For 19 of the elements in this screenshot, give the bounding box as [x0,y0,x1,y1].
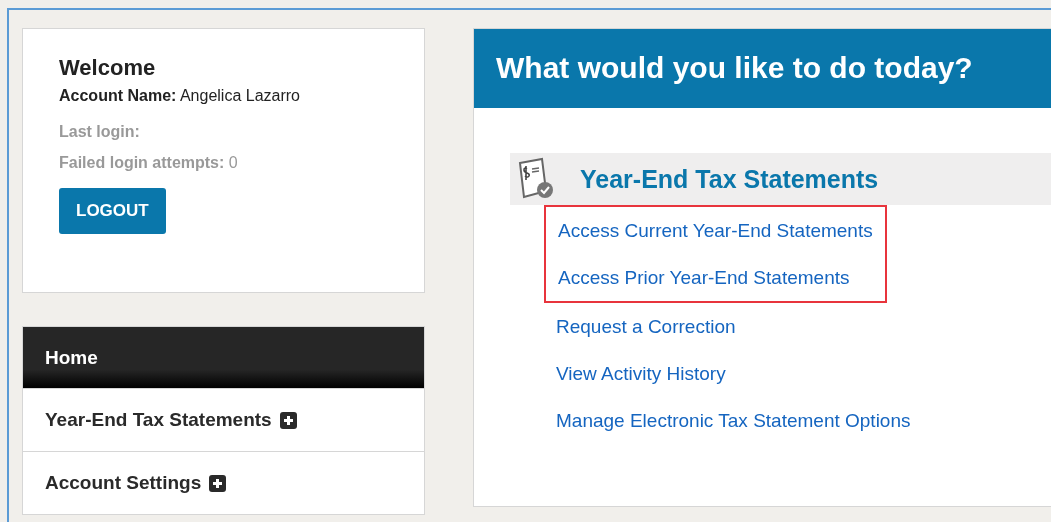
nav-item[interactable]: Home [23,327,424,388]
section-title: Year-End Tax Statements [580,164,879,194]
nav-item-label[interactable]: Account Settings [45,472,202,494]
panel-heading: What would you like to do today? [474,29,1051,108]
failed-login-text: Failed login attempts: 0 [59,154,239,172]
plus-icon[interactable] [279,411,297,429]
welcome-title: Welcome [59,55,157,81]
statement-link[interactable]: View Activity History [556,350,726,397]
nav-item-label[interactable]: Home [45,346,98,369]
statement-link[interactable]: Access Prior Year-End Statements [558,254,850,301]
statement-link[interactable]: Access Current Year-End Statements [558,207,873,254]
last-login-text: Last login: [59,123,141,141]
statement-link[interactable]: Request a Correction [556,303,736,350]
plus-icon[interactable] [209,474,227,492]
account-name-text: Account Name: Angelica Lazarro [59,87,301,105]
statement-link[interactable]: Manage Electronic Tax Statement Options [556,397,911,444]
logout-button[interactable]: LOGOUT [59,188,166,234]
tax-document-icon [516,157,556,201]
nav-item-label[interactable]: Year-End Tax Statements [45,409,272,431]
